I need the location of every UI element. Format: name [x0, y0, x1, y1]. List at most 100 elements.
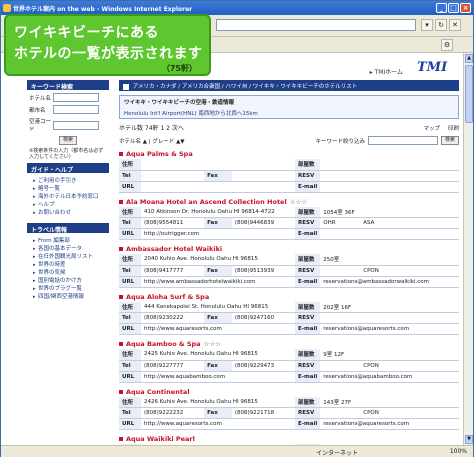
- guide-item[interactable]: お問い合わせ: [33, 209, 109, 217]
- scroll-thumb[interactable]: [465, 65, 473, 123]
- travel-item[interactable]: 四国/関西空港情報: [33, 293, 109, 301]
- hotel-name-text[interactable]: Ambassador Hotel Waikiki: [126, 245, 222, 253]
- hotel-url[interactable]: http://outrigger.com: [141, 228, 295, 240]
- map-link[interactable]: マップ: [423, 124, 440, 132]
- hotel-name[interactable]: Ala Moana Hotel an Ascend Collection Hot…: [119, 198, 459, 207]
- hotel-url[interactable]: http://www.aquaresorts.com: [141, 323, 295, 335]
- hotel-email[interactable]: reservations@aquaresorts.com: [320, 323, 459, 335]
- refresh-icon[interactable]: ↻: [435, 19, 447, 31]
- stop-icon[interactable]: ✕: [449, 19, 461, 31]
- home-icon[interactable]: [123, 83, 129, 90]
- dropdown-icon[interactable]: ▾: [421, 19, 433, 31]
- hotel-name[interactable]: Aqua Aloha Surf & Spa: [119, 293, 459, 302]
- email-label: E-mail: [295, 371, 321, 383]
- close-button[interactable]: ×: [460, 3, 471, 13]
- vertical-scrollbar[interactable]: ▲ ▼: [463, 53, 473, 445]
- hotel-resv: [320, 170, 361, 182]
- minimize-button[interactable]: _: [436, 3, 447, 13]
- table-row: Tel (808)9222232 Fax (808)9221718 RESV CPON: [119, 407, 459, 419]
- guide-item[interactable]: ヘルプ: [33, 201, 109, 209]
- sidebar-search-button[interactable]: 検索: [59, 136, 77, 145]
- hotel-table: 住所 444 Kanekapolei St. Honolulu Oahu HI 9…: [119, 301, 459, 335]
- maximize-button[interactable]: □: [448, 3, 459, 13]
- fax-label: Fax: [204, 312, 232, 324]
- hotel-name-text[interactable]: Aqua Palms & Spa: [126, 150, 193, 158]
- search-note: ※検索条件の入力（都市名は必ず入力してください）: [29, 148, 104, 160]
- hotel-fax: (808)9513939: [231, 265, 295, 277]
- hotel-name-text[interactable]: Aqua Aloha Surf & Spa: [126, 293, 209, 301]
- hotel-name[interactable]: Aqua Continental: [119, 388, 459, 397]
- hotel-url[interactable]: [141, 181, 295, 193]
- hotel-tel: [141, 170, 205, 182]
- hotel-email[interactable]: reservations@ambassadorwaikiki.com: [320, 276, 459, 288]
- travel-item[interactable]: 世界のプラグ一覧: [33, 285, 109, 293]
- fax-label: Fax: [204, 265, 232, 277]
- travel-item[interactable]: 世界の時差: [33, 261, 109, 269]
- hotel-rooms: 202室 16F: [320, 301, 459, 313]
- table-row: Tel (808)9554811 Fax (808)9446839 RESV OHR ASA: [119, 217, 459, 229]
- rooms-label: 部屋数: [295, 301, 321, 313]
- hotel-tel: (808)9222232: [141, 407, 205, 419]
- hotel-name-text[interactable]: Aqua Continental: [126, 388, 190, 396]
- hotel-name[interactable]: Aqua Waikiki Pearl: [119, 435, 459, 444]
- travel-item[interactable]: 在日外国観光局リスト: [33, 253, 109, 261]
- hotel-name-text[interactable]: Aqua Bamboo & Spa: [126, 340, 201, 348]
- hotel-name[interactable]: Ambassador Hotel Waikiki: [119, 245, 459, 254]
- breadcrumb-text[interactable]: アメリカ・カナダ / アメリカ合衆国 / ハワイ州 / ワイキキ・ワイキキビーチ…: [133, 84, 358, 90]
- airport-info-title: ワイキキ・ワイキキビーチの空港・鉄道情報: [124, 100, 235, 106]
- scroll-down-icon[interactable]: ▼: [465, 435, 473, 444]
- guide-item[interactable]: ご利用の手引き: [33, 177, 109, 185]
- hotel-email[interactable]: reservations@aquabamboo.com: [320, 371, 459, 383]
- travel-list: From 編集部 各国の基本データ 在日外国観光局リスト 世界の時差 世界の気候…: [33, 237, 109, 301]
- keyword-filter-input[interactable]: [368, 136, 438, 145]
- hotel-email[interactable]: reservations@aquaresorts.com: [320, 418, 459, 430]
- table-row: 住所 2040 Kuhio Ave. Honolulu Oahu HI 96815…: [119, 254, 459, 266]
- keyword-filter-button[interactable]: 検索: [441, 136, 459, 145]
- scroll-up-icon[interactable]: ▲: [465, 54, 473, 63]
- web-page: ▸ TMIホーム TMI アメリカ・カナダ / アメリカ合衆国 / ハワイ州 /…: [1, 53, 463, 445]
- hotel-entry: Aqua Waikiki Pearl住所415 Nahua St. Honolu…: [119, 435, 459, 445]
- hotel-name-input[interactable]: [53, 93, 99, 102]
- guide-item[interactable]: 海外ホテル日本予約窓口: [33, 193, 109, 201]
- hotel-email[interactable]: [320, 228, 459, 240]
- airport-code-input[interactable]: [53, 120, 99, 130]
- travel-item[interactable]: 世界の気候: [33, 269, 109, 277]
- hotel-url[interactable]: http://www.ambassadorhotelwaikiki.com: [141, 276, 295, 288]
- hotel-email[interactable]: [320, 181, 459, 193]
- title-bar: 世界ホテル案内 on the web - Windows Internet Ex…: [1, 1, 473, 15]
- travel-item[interactable]: From 編集部: [33, 237, 109, 245]
- hotel-fax: (808)9446839: [231, 217, 295, 229]
- keyword-search-heading: キーワード検索: [27, 80, 109, 91]
- email-label: E-mail: [295, 228, 321, 240]
- table-row: URL http://www.aquaresorts.com E-mail reser…: [119, 323, 459, 335]
- result-count[interactable]: ホテル数 74軒 1 2 次へ: [119, 123, 184, 132]
- sort-links[interactable]: ホテル名 ▲ | グレード ▲▼: [119, 137, 185, 145]
- addr-label: 住所: [119, 254, 141, 266]
- hotel-list: Aqua Palms & Spa 住所 部屋数 Tel Fax RESV URL E-mail…: [119, 150, 459, 445]
- hotel-url[interactable]: http://www.aquabamboo.com: [141, 371, 295, 383]
- hotel-name[interactable]: Aqua Bamboo & Spa ☆☆☆: [119, 340, 459, 349]
- address-bar[interactable]: [216, 19, 416, 31]
- security-zone: インターネット: [316, 450, 359, 457]
- hotel-url[interactable]: http://www.aquaresorts.com: [141, 418, 295, 430]
- annotation-callout: ワイキキビーチにある ホテルの一覧が表示されます （75軒）: [4, 14, 211, 76]
- travel-item[interactable]: 各国の基本データ: [33, 245, 109, 253]
- hotel-name-text[interactable]: Aqua Waikiki Pearl: [126, 435, 195, 443]
- table-row: 住所 444 Kanekapolei St. Honolulu Oahu HI 9…: [119, 301, 459, 313]
- result-count-row: ホテル数 74軒 1 2 次へ マップ 印刷: [119, 123, 459, 132]
- travel-item[interactable]: 国別電話のかけ方: [33, 277, 109, 285]
- hotel-name-text[interactable]: Ala Moana Hotel an Ascend Collection Hot…: [126, 198, 287, 206]
- tel-label: Tel: [119, 170, 141, 182]
- tools-icon[interactable]: ⚙: [441, 39, 453, 51]
- airport-info-link[interactable]: Honolulu Int'l Airport(HNL) 南西地から北西へ15km: [124, 109, 454, 117]
- hotel-resv: [320, 360, 361, 372]
- zoom-level[interactable]: 100%: [450, 448, 467, 455]
- travel-info-heading: トラベル情報: [27, 223, 109, 234]
- hotel-name[interactable]: Aqua Palms & Spa: [119, 150, 459, 159]
- hotel-fax: (808)9221718: [231, 407, 295, 419]
- tmi-home-link[interactable]: ▸ TMIホーム: [370, 67, 403, 76]
- guide-item[interactable]: 略号一覧: [33, 185, 109, 193]
- hotel-cpon: CPON: [360, 265, 459, 277]
- city-name-input[interactable]: [53, 105, 99, 114]
- print-link[interactable]: 印刷: [448, 124, 459, 132]
